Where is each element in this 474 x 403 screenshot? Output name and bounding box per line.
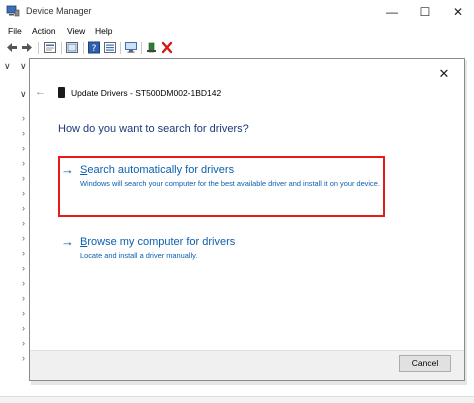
tree-collapse-icon[interactable]: › xyxy=(22,293,25,303)
update-driver-icon[interactable] xyxy=(65,41,79,54)
back-arrow-icon[interactable]: ← xyxy=(35,86,49,98)
dialog-title: Update Drivers - ST500DM002-1BD142 xyxy=(71,88,222,98)
toolbar-separator xyxy=(83,42,84,54)
update-drivers-dialog: ✕ ← Update Drivers - ST500DM002-1BD142 H… xyxy=(29,58,465,381)
tree-expand-icon[interactable]: ∨ xyxy=(20,61,27,71)
arrow-right-icon: → xyxy=(61,162,74,177)
window-title: Device Manager xyxy=(26,6,92,16)
cancel-button[interactable]: Cancel xyxy=(399,355,451,372)
toolbar-separator xyxy=(61,42,62,54)
status-bar xyxy=(0,396,474,403)
option-title[interactable]: Browse my computer for drivers xyxy=(80,236,235,248)
tree-collapse-icon[interactable]: › xyxy=(22,233,25,243)
tree-expand-icon[interactable]: ∨ xyxy=(4,61,11,71)
title-bar: Device Manager — ☐ ✕ xyxy=(0,0,474,24)
help-icon[interactable]: ? xyxy=(87,41,101,54)
tree-collapse-icon[interactable]: › xyxy=(22,113,25,123)
browse-computer-option[interactable]: → Browse my computer for drivers Locate … xyxy=(61,235,381,265)
menu-action[interactable]: Action xyxy=(32,26,56,36)
dialog-heading: How do you want to search for drivers? xyxy=(58,123,249,135)
maximize-button[interactable]: ☐ xyxy=(410,3,440,21)
tree-expand-icon[interactable]: ∨ xyxy=(20,89,27,99)
tree-collapse-icon[interactable]: › xyxy=(22,128,25,138)
option-title-text: rowse my computer for drivers xyxy=(87,236,236,248)
tree-collapse-icon[interactable]: › xyxy=(22,323,25,333)
device-manager-icon xyxy=(6,5,20,17)
uninstall-device-icon[interactable] xyxy=(160,41,174,54)
tree-collapse-icon[interactable]: › xyxy=(22,263,25,273)
option-title-text: earch automatically for drivers xyxy=(87,164,235,176)
option-description: Windows will search your computer for th… xyxy=(80,179,380,188)
option-description: Locate and install a driver manually. xyxy=(80,251,198,260)
tree-collapse-icon[interactable]: › xyxy=(22,278,25,288)
tree-collapse-icon[interactable]: › xyxy=(22,158,25,168)
tree-collapse-icon[interactable]: › xyxy=(22,188,25,198)
properties-icon[interactable] xyxy=(43,41,57,54)
disk-drive-icon xyxy=(58,87,65,98)
menu-bar: File Action View Help xyxy=(0,24,474,40)
forward-arrow-icon[interactable] xyxy=(20,41,34,54)
tree-collapse-icon[interactable]: › xyxy=(22,143,25,153)
view-list-icon[interactable] xyxy=(103,41,117,54)
tree-collapse-icon[interactable]: › xyxy=(22,248,25,258)
search-automatically-option[interactable]: → Search automatically for drivers Windo… xyxy=(61,163,381,207)
back-arrow-icon[interactable] xyxy=(5,41,19,54)
tree-collapse-icon[interactable]: › xyxy=(22,218,25,228)
tree-collapse-icon[interactable]: › xyxy=(22,338,25,348)
option-title[interactable]: Search automatically for drivers xyxy=(80,164,234,176)
tree-collapse-icon[interactable]: › xyxy=(22,353,25,363)
close-window-button[interactable]: ✕ xyxy=(443,3,473,21)
scan-hardware-icon[interactable] xyxy=(124,41,138,54)
add-driver-icon[interactable] xyxy=(145,41,159,54)
tree-collapse-icon[interactable]: › xyxy=(22,203,25,213)
dialog-close-button[interactable]: ✕ xyxy=(434,65,454,83)
toolbar-separator xyxy=(120,42,121,54)
device-tree: ∨ ∨ ∨ › › › › › › › › › › › › › › › › › xyxy=(0,58,28,403)
toolbar: ? xyxy=(0,40,474,56)
svg-text:?: ? xyxy=(92,44,97,54)
minimize-button[interactable]: — xyxy=(377,3,407,21)
tree-collapse-icon[interactable]: › xyxy=(22,308,25,318)
menu-help[interactable]: Help xyxy=(95,26,112,36)
arrow-right-icon: → xyxy=(61,234,74,249)
menu-file[interactable]: File xyxy=(8,26,22,36)
menu-view[interactable]: View xyxy=(67,26,85,36)
toolbar-separator xyxy=(141,42,142,54)
tree-collapse-icon[interactable]: › xyxy=(22,173,25,183)
toolbar-separator xyxy=(38,42,39,54)
dialog-footer: Cancel xyxy=(30,350,464,380)
